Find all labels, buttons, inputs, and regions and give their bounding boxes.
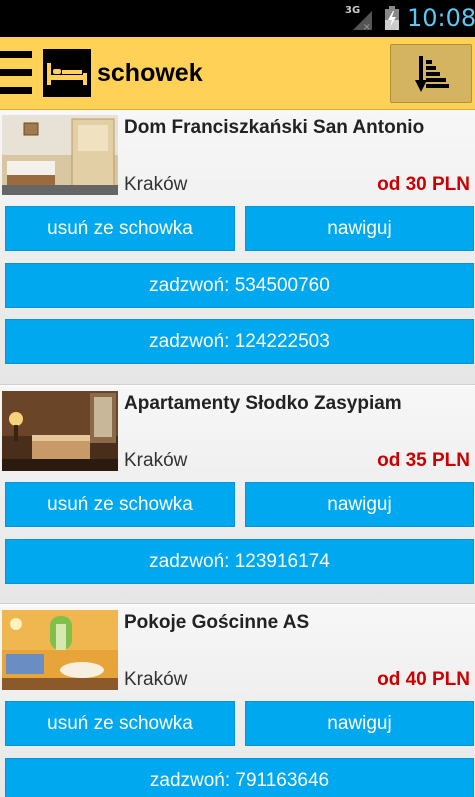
listing-price: od 30 PLN (377, 174, 470, 195)
listing-photo (2, 610, 118, 690)
list-item: Pokoje Gościnne AS Kraków od 40 PLN usuń… (0, 604, 475, 797)
action-bar: schowek (0, 37, 475, 110)
call-button[interactable]: zadzwoń: 124222503 (5, 319, 474, 364)
sort-descending-icon (415, 56, 449, 92)
favorites-list: Dom Franciszkański San Antonio Kraków od… (0, 110, 475, 797)
navigate-button[interactable]: nawiguj (245, 482, 474, 527)
svg-text:✕: ✕ (363, 23, 371, 31)
call-button[interactable]: zadzwoń: 534500760 (5, 263, 474, 308)
clock: 10:08 (407, 4, 475, 32)
remove-from-favorites-button[interactable]: usuń ze schowka (5, 206, 235, 251)
list-item: Apartamenty Słodko Zasypiam Kraków od 35… (0, 385, 475, 604)
navigate-button[interactable]: nawiguj (245, 206, 474, 251)
listing-price: od 40 PLN (377, 669, 470, 690)
page-title: schowek (97, 59, 203, 87)
listing-name: Apartamenty Słodko Zasypiam (124, 393, 402, 414)
call-button[interactable]: zadzwoń: 791163646 (5, 758, 474, 797)
call-button[interactable]: zadzwoń: 123916174 (5, 539, 474, 584)
listing-city: Kraków (124, 174, 188, 195)
listing-name: Dom Franciszkański San Antonio (124, 117, 425, 138)
listing-price: od 35 PLN (377, 450, 470, 471)
listing-photo (2, 391, 118, 471)
list-item: Dom Franciszkański San Antonio Kraków od… (0, 110, 475, 385)
status-bar: 3G ✕ 10:08 (0, 0, 475, 37)
bed-icon (43, 49, 91, 97)
navigate-button[interactable]: nawiguj (245, 701, 474, 746)
network-type: 3G (345, 5, 361, 16)
remove-from-favorites-button[interactable]: usuń ze schowka (5, 701, 235, 746)
sort-button[interactable] (390, 44, 472, 103)
hamburger-icon[interactable] (0, 51, 32, 95)
signal-icon: 3G ✕ (345, 5, 373, 33)
listing-city: Kraków (124, 669, 188, 690)
battery-icon (384, 6, 400, 31)
remove-from-favorites-button[interactable]: usuń ze schowka (5, 482, 235, 527)
listing-name: Pokoje Gościnne AS (124, 612, 310, 633)
listing-city: Kraków (124, 450, 188, 471)
listing-photo (2, 115, 118, 195)
